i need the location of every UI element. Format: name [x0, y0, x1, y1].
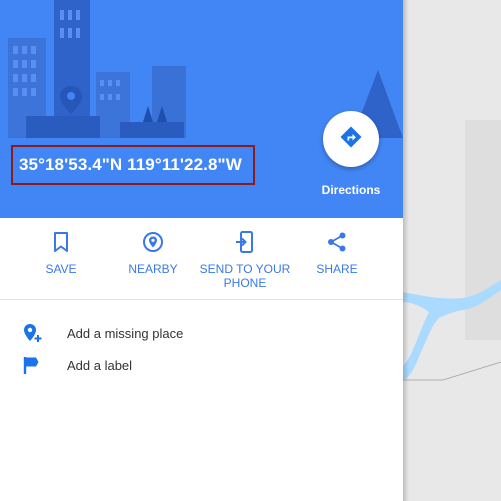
share-button[interactable]: SHARE	[287, 230, 387, 276]
directions-button[interactable]	[323, 111, 379, 167]
send-to-phone-label: SEND TO YOUR PHONE	[199, 262, 291, 290]
add-place-icon	[21, 322, 43, 344]
nearby-label: NEARBY	[128, 262, 178, 276]
place-panel: 35°18'53.4"N 119°11'22.8"W Directions SA…	[0, 0, 403, 501]
send-to-phone-button[interactable]: SEND TO YOUR PHONE	[195, 230, 295, 290]
action-row: SAVE NEARBY SEND TO YOUR PHONE SHARE	[0, 218, 403, 300]
save-label: SAVE	[45, 262, 77, 276]
directions-label[interactable]: Directions	[312, 183, 390, 197]
bookmark-icon	[49, 230, 73, 254]
add-missing-place-label: Add a missing place	[67, 325, 184, 341]
nearby-icon	[141, 230, 165, 254]
nearby-button[interactable]: NEARBY	[103, 230, 203, 276]
map-canvas[interactable]	[403, 0, 501, 501]
send-to-phone-icon	[233, 230, 257, 254]
add-label-label: Add a label	[67, 357, 133, 373]
share-label: SHARE	[316, 262, 358, 276]
directions-icon	[339, 125, 363, 154]
map-graphic	[403, 0, 501, 501]
coordinates-highlight: 35°18'53.4"N 119°11'22.8"W	[11, 145, 255, 185]
hero-header: 35°18'53.4"N 119°11'22.8"W Directions	[0, 0, 403, 218]
share-icon	[325, 230, 349, 254]
add-missing-place-item[interactable]: Add a missing place	[0, 318, 403, 348]
coordinates-text: 35°18'53.4"N 119°11'22.8"W	[19, 155, 242, 174]
label-flag-icon	[21, 354, 43, 376]
add-label-item[interactable]: Add a label	[0, 350, 403, 380]
save-button[interactable]: SAVE	[11, 230, 111, 276]
panel-shadow	[403, 0, 409, 501]
